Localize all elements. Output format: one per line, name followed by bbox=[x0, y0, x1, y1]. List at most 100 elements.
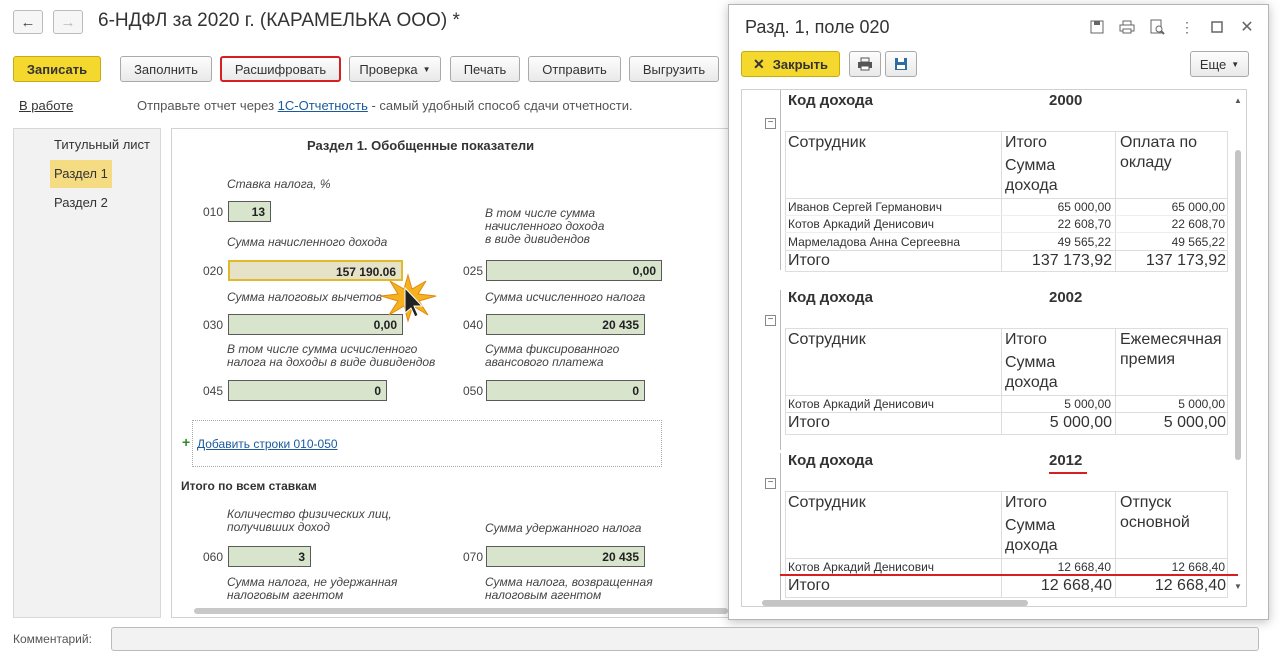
table-row-name: Котов Аркадий Денисович bbox=[788, 397, 935, 411]
deductions-label: Сумма налоговых вычетов bbox=[227, 290, 383, 304]
field-020[interactable]: 157 190.06 bbox=[228, 260, 403, 281]
field-010[interactable]: 13 bbox=[228, 201, 271, 222]
field-025[interactable]: 0,00 bbox=[486, 260, 662, 281]
scroll-up-icon[interactable]: ▲ bbox=[1234, 96, 1242, 105]
field-040[interactable]: 20 435 bbox=[486, 314, 645, 335]
div-tax-label: В том числе сумма исчисленного налога на… bbox=[227, 342, 436, 369]
col-divider bbox=[1115, 491, 1116, 598]
table-row-type: 49 565,22 bbox=[1171, 235, 1225, 249]
decode-button[interactable]: Расшифровать bbox=[220, 56, 341, 82]
code-040: 040 bbox=[463, 318, 484, 332]
footer-label: Итого bbox=[788, 414, 830, 431]
back-button[interactable]: ← bbox=[13, 10, 43, 34]
field-070[interactable]: 20 435 bbox=[486, 546, 645, 567]
group-code-value: 2012 bbox=[1049, 452, 1083, 469]
group-code-value: 2000 bbox=[1049, 92, 1083, 109]
plus-icon: + bbox=[182, 434, 191, 450]
fill-button[interactable]: Заполнить bbox=[120, 56, 212, 82]
group-code-label: Код дохода bbox=[788, 289, 873, 306]
printer-icon bbox=[858, 57, 872, 71]
field-060[interactable]: 3 bbox=[228, 546, 311, 567]
code-010: 010 bbox=[203, 205, 224, 219]
table-row-total: 12 668,40 bbox=[1057, 560, 1111, 574]
table-row-name: Иванов Сергей Германович bbox=[788, 200, 942, 214]
table-row-type: 5 000,00 bbox=[1178, 397, 1225, 411]
table-row-name: Котов Аркадий Денисович bbox=[788, 217, 935, 231]
group-code-label: Код дохода bbox=[788, 92, 873, 109]
sections-sidebar: Титульный лист Раздел 1 Раздел 2 bbox=[13, 128, 161, 618]
col-divider bbox=[1001, 328, 1002, 435]
save-button[interactable]: Записать bbox=[13, 56, 101, 82]
save-icon[interactable] bbox=[1089, 19, 1105, 35]
preview-icon[interactable] bbox=[1149, 19, 1165, 35]
floppy-icon bbox=[895, 58, 907, 70]
printer-icon[interactable] bbox=[1119, 19, 1135, 35]
more-label: Еще bbox=[1199, 56, 1227, 72]
sidebar-item-section-1[interactable]: Раздел 1 bbox=[50, 160, 112, 188]
group-code-value: 2002 bbox=[1049, 289, 1083, 306]
close-icon[interactable]: ✕ bbox=[1239, 19, 1255, 36]
vertical-scrollbar[interactable] bbox=[1235, 150, 1241, 460]
popup-save-button[interactable] bbox=[885, 51, 917, 77]
col-type: Оплата по окладу bbox=[1120, 134, 1198, 171]
collapse-group-icon[interactable]: − bbox=[765, 478, 776, 489]
scroll-down-icon[interactable]: ▼ bbox=[1234, 582, 1242, 591]
col-type: Отпуск основной bbox=[1120, 494, 1190, 531]
add-rows-link[interactable]: Добавить строки 010-050 bbox=[197, 437, 338, 451]
check-label: Проверка bbox=[359, 61, 418, 77]
popup-more-button[interactable]: Еще ▼ bbox=[1190, 51, 1249, 77]
totals-title: Итого по всем ставкам bbox=[181, 479, 317, 493]
sidebar-item-section-2[interactable]: Раздел 2 bbox=[50, 189, 112, 217]
code-025: 025 bbox=[463, 264, 484, 278]
dividends-label: В том числе сумма начисленного дохода в … bbox=[485, 206, 605, 246]
sidebar-item-title-page[interactable]: Титульный лист bbox=[50, 131, 154, 159]
group-line bbox=[780, 90, 781, 270]
report-area: − Код дохода 2000 Сотрудник Итого Сумма … bbox=[741, 89, 1247, 607]
row-divider bbox=[785, 215, 1228, 216]
section-form: Раздел 1. Обобщенные показатели Ставка н… bbox=[171, 128, 729, 618]
horizontal-scrollbar[interactable] bbox=[762, 600, 1028, 606]
comment-input[interactable] bbox=[111, 627, 1259, 651]
collapse-group-icon[interactable]: − bbox=[765, 118, 776, 129]
calc-tax-label: Сумма исчисленного налога bbox=[485, 290, 646, 304]
table-row-type: 65 000,00 bbox=[1171, 200, 1225, 214]
status-state-link[interactable]: В работе bbox=[19, 98, 73, 113]
popup-close-label: Закрыть bbox=[772, 56, 829, 72]
send-button[interactable]: Отправить bbox=[528, 56, 621, 82]
footer-label: Итого bbox=[788, 577, 830, 594]
check-dropdown-button[interactable]: Проверка ▼ bbox=[349, 56, 441, 82]
collapse-group-icon[interactable]: − bbox=[765, 315, 776, 326]
popup-print-button[interactable] bbox=[849, 51, 881, 77]
col-total: Итого bbox=[1005, 494, 1047, 511]
close-x-icon: ✕ bbox=[752, 55, 765, 72]
not-withheld-label: Сумма налога, не удержанная налоговым аг… bbox=[227, 575, 398, 602]
section-title: Раздел 1. Обобщенные показатели bbox=[307, 138, 535, 153]
code-underline bbox=[1049, 472, 1087, 474]
popup-close-button[interactable]: ✕ Закрыть bbox=[741, 51, 840, 77]
col-total: Итого bbox=[1005, 134, 1047, 151]
table-row-total: 5 000,00 bbox=[1064, 397, 1111, 411]
field-045[interactable]: 0 bbox=[228, 380, 387, 401]
group-line bbox=[780, 453, 781, 603]
field-050[interactable]: 0 bbox=[486, 380, 645, 401]
income-label: Сумма начисленного дохода bbox=[227, 235, 388, 249]
footer-type: 5 000,00 bbox=[1163, 414, 1226, 431]
forward-button[interactable]: → bbox=[53, 10, 83, 34]
footer-total: 12 668,40 bbox=[1040, 577, 1112, 594]
maximize-icon[interactable] bbox=[1209, 19, 1225, 35]
code-030: 030 bbox=[203, 318, 224, 332]
more-vertical-icon[interactable]: ⋮ bbox=[1179, 19, 1195, 35]
code-020: 020 bbox=[203, 264, 224, 278]
export-button[interactable]: Выгрузить bbox=[629, 56, 719, 82]
code-060: 060 bbox=[203, 550, 224, 564]
horizontal-scrollbar[interactable] bbox=[194, 608, 728, 614]
popup-title: Разд. 1, поле 020 bbox=[745, 17, 890, 37]
comment-label: Комментарий: bbox=[13, 632, 92, 646]
status-hint: Отправьте отчет через 1С-Отчетность - са… bbox=[137, 98, 633, 113]
print-button[interactable]: Печать bbox=[450, 56, 520, 82]
reporting-link[interactable]: 1С-Отчетность bbox=[278, 98, 368, 113]
code-070: 070 bbox=[463, 550, 484, 564]
row-divider bbox=[785, 558, 1228, 559]
field-030[interactable]: 0,00 bbox=[228, 314, 403, 335]
col-employee: Сотрудник bbox=[788, 134, 866, 151]
